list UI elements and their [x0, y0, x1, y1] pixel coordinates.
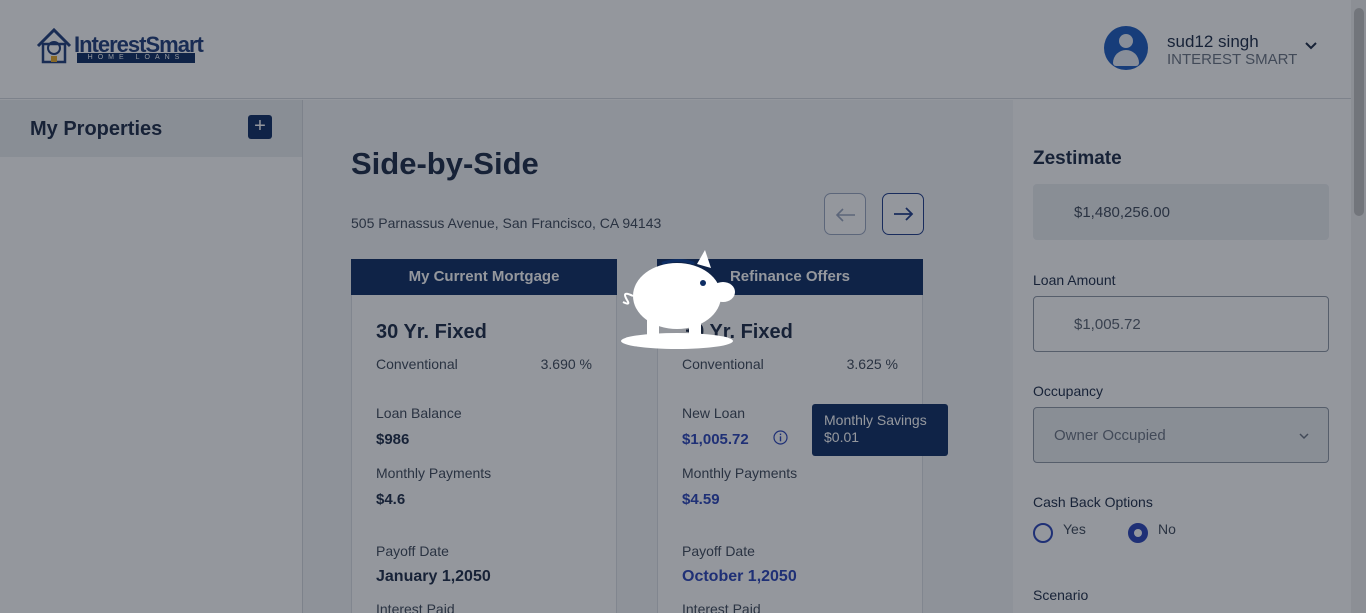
monthly-payments-value: $4.59	[682, 491, 720, 508]
tooltip-title: Monthly Savings	[824, 412, 927, 428]
interest-rate: 3.625 %	[846, 356, 898, 372]
scenario-label: Scenario	[1033, 587, 1089, 603]
user-name: sud12 singh	[1167, 32, 1259, 51]
right-panel: Zestimate $1,480,256.00 Loan Amount $1,0…	[1013, 100, 1351, 613]
payoff-date-label: Payoff Date	[682, 543, 755, 559]
tooltip-value: $0.01	[824, 429, 860, 445]
monthly-payments-label: Monthly Payments	[376, 465, 492, 481]
main-content: Side-by-Side 505 Parnassus Avenue, San F…	[303, 100, 1013, 613]
interest-paid-label: Interest Paid	[682, 601, 761, 613]
cash-back-yes-radio[interactable]	[1033, 523, 1053, 543]
page-scrollbar[interactable]	[1351, 0, 1366, 613]
piggy-bank-loading-icon	[621, 250, 735, 349]
avatar	[1104, 26, 1148, 70]
loan-amount-input[interactable]: $1,005.72	[1033, 296, 1329, 352]
sidebar-header: My Properties +	[0, 100, 302, 157]
property-address: 505 Parnassus Avenue, San Francisco, CA …	[351, 215, 662, 231]
interest-smart-logo[interactable]: InterestSmart HOME LOANS	[34, 26, 204, 66]
occupancy-select[interactable]: Owner Occupied	[1033, 407, 1329, 463]
user-company: INTEREST SMART	[1167, 51, 1298, 68]
house-logo-icon	[36, 27, 72, 64]
chevron-down-icon	[1299, 433, 1309, 440]
app-header: InterestSmart HOME LOANS sud12 singh INT…	[0, 0, 1366, 99]
payoff-date-value: January 1,2050	[376, 568, 491, 585]
cash-back-no-radio[interactable]	[1128, 523, 1148, 543]
arrow-left-icon	[835, 208, 855, 222]
logo-subtitle: HOME LOANS	[77, 53, 195, 63]
sidebar-title: My Properties	[30, 118, 163, 140]
cash-back-no-label: No	[1158, 521, 1176, 537]
info-icon[interactable]	[773, 430, 788, 445]
interest-paid-label: Interest Paid	[376, 601, 455, 613]
scrollbar-thumb[interactable]	[1354, 8, 1364, 216]
new-loan-label: New Loan	[682, 405, 746, 421]
occupancy-label: Occupancy	[1033, 383, 1104, 399]
zestimate-value: $1,480,256.00	[1033, 184, 1329, 240]
monthly-payments-label: Monthly Payments	[682, 465, 798, 481]
loan-term: 30 Yr. Fixed	[376, 321, 487, 343]
current-mortgage-card: My Current Mortgage 30 Yr. Fixed Convent…	[351, 259, 617, 613]
previous-button[interactable]	[824, 193, 866, 235]
loan-type: Conventional	[376, 356, 458, 372]
zestimate-title: Zestimate	[1033, 148, 1122, 169]
loan-type: Conventional	[682, 356, 764, 372]
next-button[interactable]	[882, 193, 924, 235]
cash-back-label: Cash Back Options	[1033, 494, 1153, 510]
arrow-right-icon	[894, 207, 914, 221]
add-property-button[interactable]: +	[248, 115, 272, 139]
page-title: Side-by-Side	[351, 146, 539, 181]
payoff-date-value: October 1,2050	[682, 568, 797, 585]
sidebar: My Properties +	[0, 100, 303, 613]
loan-balance-label: Loan Balance	[376, 405, 462, 421]
loan-amount-label: Loan Amount	[1033, 272, 1116, 288]
user-menu[interactable]: sud12 singh INTEREST SMART	[1104, 26, 1324, 70]
loan-balance-value: $986	[376, 431, 410, 448]
new-loan-value: $1,005.72	[682, 431, 749, 448]
interest-rate: 3.690 %	[540, 356, 592, 372]
monthly-payments-value: $4.6	[376, 491, 406, 508]
chevron-down-icon[interactable]	[1304, 38, 1318, 52]
monthly-savings-tooltip: Monthly Savings $0.01	[812, 404, 948, 456]
cash-back-yes-label: Yes	[1063, 521, 1086, 537]
payoff-date-label: Payoff Date	[376, 543, 449, 559]
card-header: My Current Mortgage	[351, 259, 617, 295]
occupancy-value: Owner Occupied	[1054, 427, 1166, 444]
